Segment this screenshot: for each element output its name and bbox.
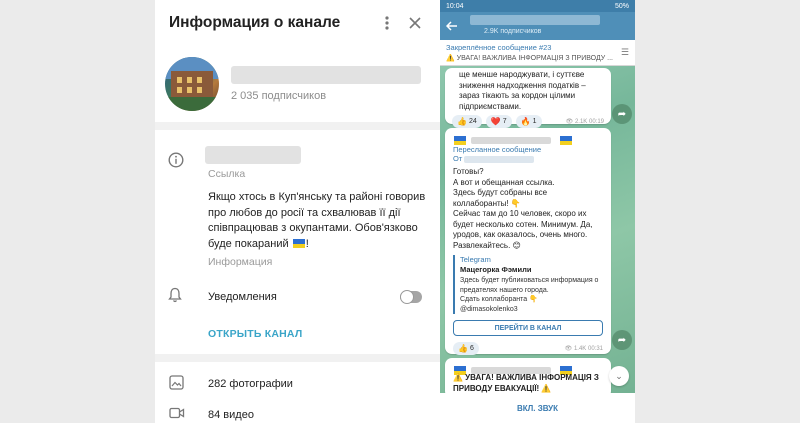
pinned-title: Закреплённое сообщение #23 bbox=[446, 43, 552, 52]
channel-link-redacted[interactable] bbox=[205, 146, 301, 164]
section-divider bbox=[155, 122, 440, 130]
message-bubble: ще менше народжувати, і суттєве зниження… bbox=[445, 68, 611, 128]
channel-name-redacted bbox=[231, 66, 421, 84]
panel-title: Информация о канале bbox=[169, 14, 341, 31]
share-button[interactable]: ➦ bbox=[612, 104, 632, 124]
info-label: Информация bbox=[208, 256, 273, 268]
message-sender bbox=[453, 362, 603, 376]
forwarded-from: От bbox=[453, 154, 603, 163]
media-label-videos: 84 видео bbox=[208, 408, 254, 421]
channel-info-section: Ссылка Якщо хтось в Куп'янську та районі… bbox=[155, 130, 440, 276]
reaction-fire[interactable]: 🔥 1 bbox=[515, 115, 542, 128]
go-to-channel-button[interactable]: ПЕРЕЙТИ В КАНАЛ bbox=[453, 320, 603, 336]
status-time: 10:04 bbox=[446, 2, 464, 10]
open-channel-button[interactable]: ОТКРЫТЬ КАНАЛ bbox=[208, 318, 440, 354]
message-text: Готовы? А вот и обещанная ссылка. Здесь … bbox=[453, 167, 593, 250]
channel-profile: 2 035 подписчиков bbox=[155, 46, 440, 122]
media-row-photos[interactable]: 282 фотографии bbox=[155, 368, 440, 399]
message-bubble: ⚠️ УВАГА! ВАЖЛИВА ІНФОРМАЦІЯ З ПРИВОДУ Е… bbox=[445, 358, 611, 398]
ukraine-flag-icon bbox=[559, 136, 572, 146]
reaction-thumbs-up[interactable]: 👍 24 bbox=[452, 115, 482, 128]
status-bar: 10:04 50% bbox=[440, 0, 635, 12]
channel-description: Якщо хтось в Куп'янську та районі говори… bbox=[208, 191, 426, 250]
message-meta: 👁 2.1K 00:19 bbox=[565, 119, 604, 125]
reactions-row: 👍 24 ❤️ 7 🔥 1 👁 2.1K 00:19 bbox=[452, 115, 604, 128]
reaction-thumbs-up[interactable]: 👍 6 bbox=[453, 342, 479, 355]
info-icon bbox=[168, 152, 184, 173]
notifications-row[interactable]: Уведомления bbox=[155, 276, 440, 318]
pinned-text: ⚠️ УВАГА! ВАЖЛИВА ІНФОРМАЦІЯ З ПРИВОДУ .… bbox=[446, 55, 613, 62]
link-preview[interactable]: Telegram Мацегорка Фэмили Здесь будет пу… bbox=[453, 255, 603, 314]
media-row-videos[interactable]: 84 видео bbox=[155, 399, 440, 423]
reactions-row: 👍 6 👁 1.4K 00:31 bbox=[453, 342, 603, 355]
battery-level: 50% bbox=[614, 2, 629, 10]
message-meta: 👁 1.4K 00:31 bbox=[564, 346, 603, 352]
notifications-label: Уведомления bbox=[208, 291, 277, 303]
more-icon[interactable] bbox=[376, 12, 398, 34]
phone-chat-screen: 10:04 50% 2.9K подписчиков Закреплённое … bbox=[440, 0, 635, 423]
message-text: ⚠️ УВАГА! ВАЖЛИВА ІНФОРМАЦІЯ З ПРИВОДУ Е… bbox=[453, 373, 599, 393]
unmute-button[interactable]: ВКЛ. ЗВУК bbox=[440, 393, 635, 423]
share-button[interactable]: ➦ bbox=[612, 330, 632, 350]
pinned-list-icon[interactable]: ☰ bbox=[621, 47, 629, 58]
subscriber-count: 2 035 подписчиков bbox=[231, 90, 327, 102]
preview-description: Здесь будет публиковаться информация о п… bbox=[460, 277, 599, 313]
forwarded-from-redacted[interactable] bbox=[464, 155, 535, 163]
section-divider bbox=[155, 354, 440, 362]
media-label-photos: 282 фотографии bbox=[208, 377, 293, 390]
back-arrow-icon[interactable] bbox=[445, 19, 464, 34]
media-section: 282 фотографии 84 видео bbox=[155, 362, 440, 423]
message-bubble: Пересланное сообщение От Готовы? А вот и… bbox=[445, 128, 611, 355]
channel-avatar[interactable] bbox=[165, 57, 219, 111]
preview-title: Мацегорка Фэмили bbox=[460, 265, 532, 274]
message-sender bbox=[453, 132, 603, 146]
chat-app-bar: 2.9K подписчиков bbox=[440, 12, 635, 40]
forwarded-label: Пересланное сообщение bbox=[453, 145, 542, 154]
channel-name-block: 2 035 подписчиков bbox=[231, 66, 421, 102]
ukraine-flag-icon bbox=[454, 136, 466, 146]
chat-subscriber-count: 2.9K подписчиков bbox=[484, 28, 542, 35]
scroll-down-button[interactable]: ⌄ bbox=[609, 366, 629, 386]
sender-name-redacted bbox=[471, 137, 552, 145]
message-text: ще менше народжувати, і суттєве зниження… bbox=[459, 70, 586, 111]
pinned-message-bar[interactable]: Закреплённое сообщение #23 ⚠️ УВАГА! ВАЖ… bbox=[440, 40, 635, 66]
notifications-toggle[interactable] bbox=[400, 290, 422, 304]
ukraine-flag-icon bbox=[292, 239, 305, 249]
reaction-heart[interactable]: ❤️ 7 bbox=[485, 115, 512, 128]
link-label: Ссылка bbox=[208, 168, 246, 180]
panel-header: Информация о канале bbox=[155, 0, 440, 46]
bell-icon bbox=[168, 287, 182, 308]
photo-icon bbox=[169, 375, 184, 395]
close-icon[interactable] bbox=[404, 12, 426, 34]
chat-title-redacted bbox=[470, 15, 600, 25]
channel-info-panel: Информация о канале 2 035 подписчиков Сс… bbox=[155, 0, 440, 423]
video-icon bbox=[169, 406, 185, 423]
preview-site: Telegram bbox=[460, 255, 491, 264]
